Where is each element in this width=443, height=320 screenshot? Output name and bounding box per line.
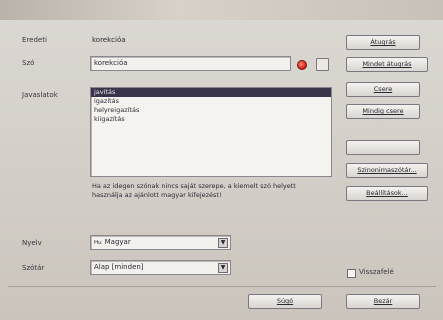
suggestions-list[interactable]: javítás igazítás helyreigazítás kiigazít… (90, 87, 332, 177)
dictionary-select[interactable]: Alap [minden] ▼ (90, 260, 231, 275)
red-dot-icon (297, 60, 307, 70)
list-item[interactable]: kiigazítás (91, 115, 331, 124)
divider (8, 286, 436, 287)
chevron-down-icon: ▼ (218, 238, 228, 248)
language-value: Magyar (104, 238, 131, 246)
replace-button[interactable]: Csere (346, 82, 420, 97)
options-button[interactable]: Beállítások... (346, 186, 428, 201)
ignore-all-button[interactable]: Mindet átugrás (346, 57, 428, 72)
title-bar (0, 0, 443, 20)
dictionary-label: Szótár (22, 264, 45, 272)
synonyms-button[interactable]: Szinonimaszótár... (346, 163, 428, 178)
suggestions-label: Javaslatok (22, 91, 58, 99)
original-word: korekcióa (92, 36, 126, 44)
chevron-down-icon: ▼ (218, 263, 228, 273)
dictionary-value: Alap [minden] (94, 263, 144, 271)
list-item[interactable]: helyreigazítás (91, 106, 331, 115)
list-item[interactable]: javítás (91, 88, 331, 97)
language-flag-icon: Hu (94, 240, 102, 246)
language-label: Nyelv (22, 239, 42, 247)
undo-label: Visszafelé (359, 268, 394, 276)
language-select[interactable]: Hu Magyar ▼ (90, 235, 231, 250)
ignore-button[interactable]: Átugrás (346, 35, 420, 50)
original-label: Eredeti (22, 36, 47, 44)
empty-button[interactable] (346, 140, 420, 155)
replace-all-button[interactable]: Mindig csere (346, 104, 420, 119)
help-button[interactable]: Súgó (248, 294, 322, 309)
list-item[interactable]: igazítás (91, 97, 331, 106)
word-input[interactable]: korekcióa (90, 56, 291, 71)
close-button[interactable]: Bezár (346, 294, 420, 309)
word-label: Szó (22, 59, 35, 67)
spellcheck-dialog: Eredeti korekcióa Szó korekcióa Javaslat… (0, 0, 443, 320)
hint-text: Ha az idegen szónak nincs saját szerepe,… (92, 182, 296, 199)
word-action-button[interactable] (316, 58, 329, 71)
undo-checkbox[interactable] (347, 269, 356, 278)
